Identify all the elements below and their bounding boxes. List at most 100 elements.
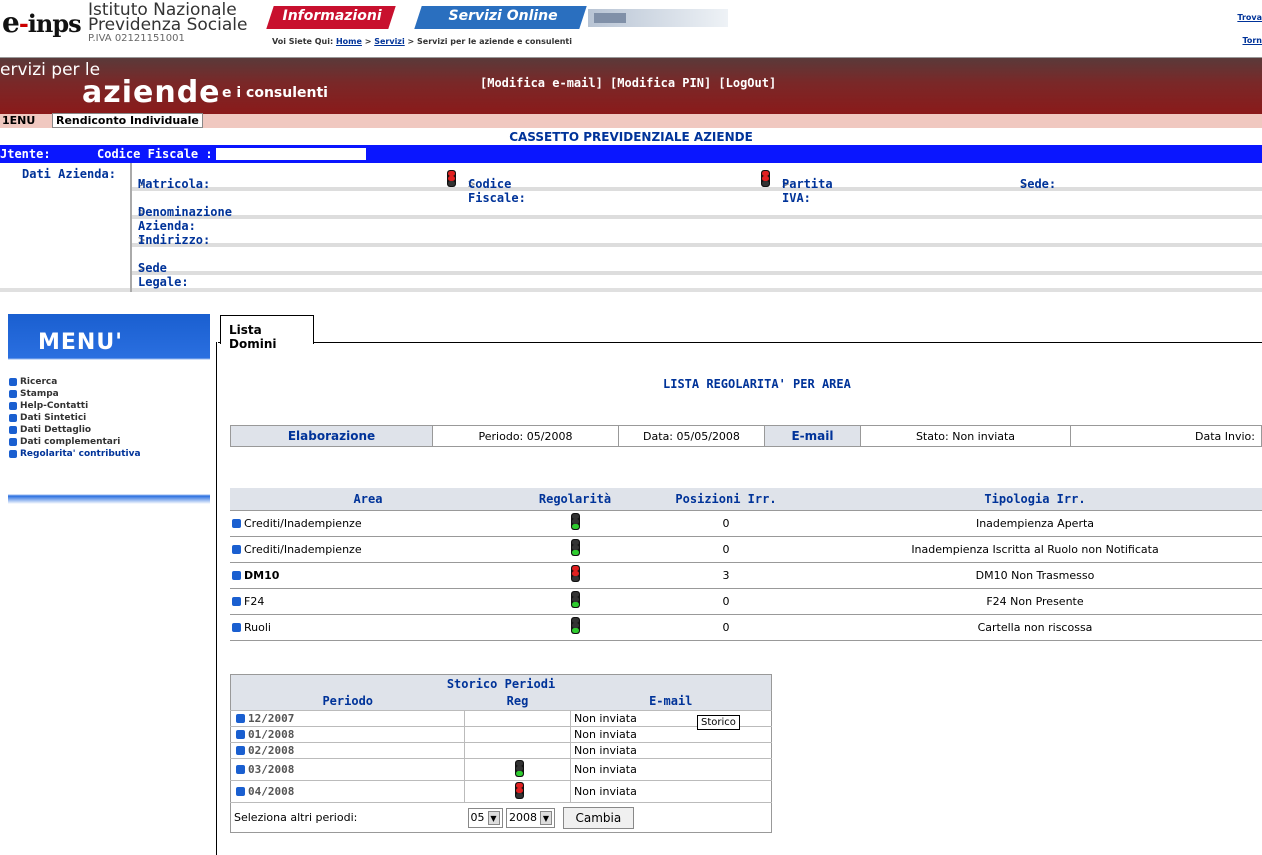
top-right-links: Trova Torn bbox=[1237, 6, 1262, 52]
menu-item-stampa[interactable]: Stampa bbox=[8, 388, 141, 400]
table-row: DM10 3 DM10 Non Trasmesso bbox=[230, 562, 1262, 589]
table-row: 03/2008 Non inviata bbox=[230, 758, 772, 781]
chevron-down-icon: ▼ bbox=[540, 810, 552, 825]
codice-fiscale-label: Codice Fiscale : bbox=[97, 147, 213, 161]
arrow-bullet-icon bbox=[236, 765, 245, 774]
dati-azienda-label: Dati Azienda: bbox=[22, 167, 116, 181]
header-area: Area bbox=[230, 488, 506, 511]
services-banner: ervizi per le aziende e i consulenti [Mo… bbox=[0, 58, 1262, 114]
stato-value: Non inviata bbox=[952, 429, 1016, 443]
periodo-cell[interactable]: 03/2008 bbox=[230, 758, 465, 781]
traffic-light-green-icon bbox=[569, 617, 582, 634]
email-cell: Non inviata bbox=[570, 742, 772, 759]
tab-lista-domini[interactable]: Lista Domini bbox=[220, 315, 314, 351]
table-row: Ruoli 0 Cartella non riscossa bbox=[230, 614, 1262, 641]
menu-item-regolarita[interactable]: Regolarita' contributiva bbox=[8, 448, 141, 460]
elaborazione-table: Elaborazione Periodo: 05/2008 Data: 05/0… bbox=[230, 425, 1262, 447]
posizioni-cell: 0 bbox=[644, 536, 808, 563]
table-row: 01/2008 Non inviata bbox=[230, 726, 772, 743]
tab-servizi-online[interactable]: Servizi Online bbox=[414, 6, 587, 29]
regolarita-cell bbox=[506, 588, 644, 615]
traffic-light-green-icon bbox=[569, 539, 582, 556]
breadcrumb: Voi Siete Qui: Home > Servizi > Servizi … bbox=[272, 37, 572, 46]
banner-consulenti: e i consulenti bbox=[222, 85, 328, 101]
area-cell[interactable]: F24 bbox=[230, 588, 506, 615]
arrow-bullet-icon bbox=[232, 596, 241, 606]
area-cell[interactable]: Ruoli bbox=[230, 614, 506, 641]
account-links[interactable]: [Modifica e-mail] [Modifica PIN] [LogOut… bbox=[480, 76, 776, 90]
tipologia-cell: F24 Non Presente bbox=[808, 588, 1262, 615]
email-cell: Non inviata bbox=[570, 780, 772, 803]
regolarita-header-row: Area Regolarità Posizioni Irr. Tipologia… bbox=[230, 488, 1262, 511]
table-row: Crediti/Inadempienze 0 Inadempienza Aperta bbox=[230, 510, 1262, 537]
area-cell[interactable]: DM10 bbox=[230, 562, 506, 589]
traffic-light-green-icon bbox=[569, 591, 582, 608]
menu-item-dati-dettaglio[interactable]: Dati Dettaglio bbox=[8, 424, 141, 436]
arrow-bullet-icon bbox=[232, 544, 241, 554]
arrow-bullet-icon bbox=[236, 746, 245, 755]
storico-header-periodo: Periodo bbox=[230, 692, 465, 711]
arrow-bullet-icon bbox=[232, 518, 241, 528]
tab-informazioni[interactable]: Informazioni bbox=[266, 6, 396, 29]
site-header: e-inps Istituto Nazionale Previdenza Soc… bbox=[0, 0, 1262, 58]
posizioni-cell: 3 bbox=[644, 562, 808, 589]
data-value: 05/05/2008 bbox=[676, 429, 740, 443]
tipologia-cell: Inadempienza Aperta bbox=[808, 510, 1262, 537]
institute-line2: Previdenza Sociale bbox=[88, 15, 248, 35]
traffic-light-red-icon bbox=[513, 781, 526, 799]
arrow-bullet-icon bbox=[232, 570, 241, 580]
period-selector: 05 ▼ 2008 ▼ Cambia bbox=[464, 802, 772, 833]
periodo-value: 05/2008 bbox=[526, 429, 573, 443]
table-row: Crediti/Inadempienze 0 Inadempienza Iscrit… bbox=[230, 536, 1262, 563]
inps-logo[interactable]: e-inps bbox=[2, 6, 82, 39]
area-cell[interactable]: Crediti/Inadempienze bbox=[230, 536, 506, 563]
menu-label[interactable]: 1ENU bbox=[0, 114, 35, 127]
arrow-bullet-icon bbox=[236, 714, 245, 723]
arrow-bullet-icon bbox=[232, 622, 241, 632]
trova-link[interactable]: Trova bbox=[1237, 6, 1262, 29]
menu-item-ricerca[interactable]: Ricerca bbox=[8, 376, 141, 388]
cambia-button[interactable]: Cambia bbox=[562, 806, 635, 829]
tipologia-cell: Inadempienza Iscritta al Ruolo non Notif… bbox=[808, 536, 1262, 563]
regolarita-cell bbox=[506, 614, 644, 641]
email-cell: Non inviata bbox=[570, 726, 772, 743]
menu-item-dati-complementari[interactable]: Dati complementari bbox=[8, 436, 141, 448]
traffic-light-green-icon bbox=[513, 759, 526, 777]
posizioni-cell: 0 bbox=[644, 614, 808, 641]
traffic-light-green-icon bbox=[569, 513, 582, 530]
year-select[interactable]: 2008 ▼ bbox=[506, 807, 555, 828]
reg-cell bbox=[464, 758, 571, 781]
data-invio-cell: Data Invio: bbox=[1070, 425, 1262, 447]
breadcrumb-home-link[interactable]: Home bbox=[336, 37, 362, 46]
periodo-cell[interactable]: 12/2007 bbox=[230, 710, 465, 727]
month-select[interactable]: 05 ▼ bbox=[467, 807, 503, 828]
header-posizioni: Posizioni Irr. bbox=[644, 488, 808, 511]
traffic-light-red-icon bbox=[445, 170, 458, 187]
periodo-cell[interactable]: 04/2008 bbox=[230, 780, 465, 803]
banner-aziende: aziende bbox=[82, 75, 221, 110]
email-cell: Non inviata bbox=[570, 710, 772, 727]
menu-item-help-contatti[interactable]: Help-Contatti bbox=[8, 400, 141, 412]
dati-azienda-box: > Matricola: > Codice Fiscale: > Partita… bbox=[130, 163, 1262, 292]
storico-title: Storico Periodi bbox=[230, 674, 772, 693]
menu-item-dati-sintetici[interactable]: Dati Sintetici bbox=[8, 412, 141, 424]
rendiconto-tab[interactable]: Rendiconto Individuale bbox=[52, 113, 203, 128]
torna-link[interactable]: Torn bbox=[1237, 29, 1262, 52]
area-cell[interactable]: Crediti/Inadempienze bbox=[230, 510, 506, 537]
breadcrumb-servizi-link[interactable]: Servizi bbox=[374, 37, 405, 46]
periodo-cell[interactable]: 02/2008 bbox=[230, 742, 465, 759]
dati-row-4: > Sede Legale: bbox=[132, 251, 1262, 289]
tipologia-cell: DM10 Non Trasmesso bbox=[808, 562, 1262, 589]
redacted-field bbox=[216, 148, 366, 160]
regolarita-cell bbox=[506, 562, 644, 589]
sede-legale-label: Sede Legale: bbox=[138, 261, 189, 289]
tipologia-cell: Cartella non riscossa bbox=[808, 614, 1262, 641]
table-row: 04/2008 Non inviata bbox=[230, 780, 772, 803]
reg-cell bbox=[464, 726, 571, 743]
regolarita-cell bbox=[506, 510, 644, 537]
reg-cell bbox=[464, 780, 571, 803]
periodo-cell[interactable]: 01/2008 bbox=[230, 726, 465, 743]
arrow-bullet-icon bbox=[236, 730, 245, 739]
content-divider bbox=[216, 342, 217, 855]
dati-row-1: > Matricola: > Codice Fiscale: > Partita… bbox=[132, 167, 1262, 205]
